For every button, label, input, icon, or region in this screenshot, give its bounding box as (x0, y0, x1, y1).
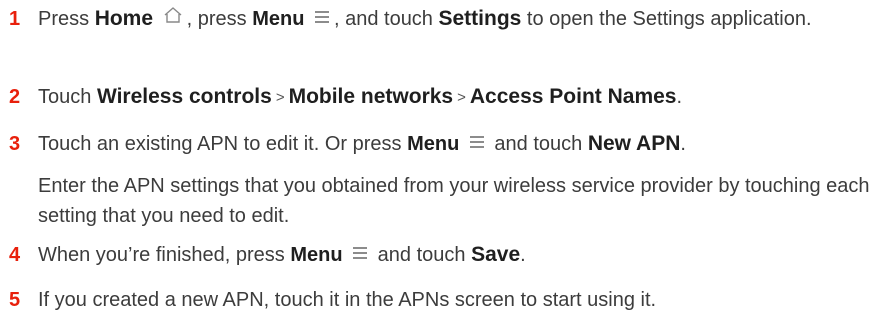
new-apn-label: New APN (587, 132, 681, 155)
path-separator: > (457, 89, 466, 106)
step-3-detail: Enter the APN settings that you obtained… (38, 175, 870, 227)
step-number: 2 (9, 86, 21, 108)
home-key-label: Home (94, 7, 154, 30)
step-text: Touch an existing APN to edit it. Or pre… (38, 129, 873, 160)
step-number: 5 (9, 289, 21, 311)
menu-icon (469, 128, 485, 158)
step-number: 4 (9, 244, 21, 266)
step-number: 3 (9, 133, 21, 155)
menu-icon (352, 239, 368, 269)
step-text: Press Home , press Menu , and touch Sett… (38, 4, 873, 35)
menu-path-mobile-networks: Mobile networks (288, 85, 454, 108)
save-label: Save (471, 243, 521, 266)
instruction-document: 1 Press Home , press Menu , and touch Se… (0, 0, 891, 321)
menu-icon (314, 3, 330, 33)
step-text: When you’re finished, press Menu and tou… (38, 240, 873, 271)
step-text: If you created a new APN, touch it in th… (38, 289, 657, 311)
path-separator: > (275, 89, 285, 106)
settings-label: Settings (438, 7, 522, 30)
home-icon (163, 3, 183, 33)
step-number: 1 (9, 8, 21, 30)
menu-path-wireless-controls: Wireless controls (96, 85, 272, 108)
menu-key-label: Menu (407, 133, 460, 155)
step-text: Touch Wireless controls > Mobile networks >… (38, 85, 683, 108)
menu-key-label: Menu (290, 244, 343, 266)
menu-path-access-point-names: Access Point Names (469, 85, 677, 108)
menu-key-label: Menu (252, 8, 305, 30)
